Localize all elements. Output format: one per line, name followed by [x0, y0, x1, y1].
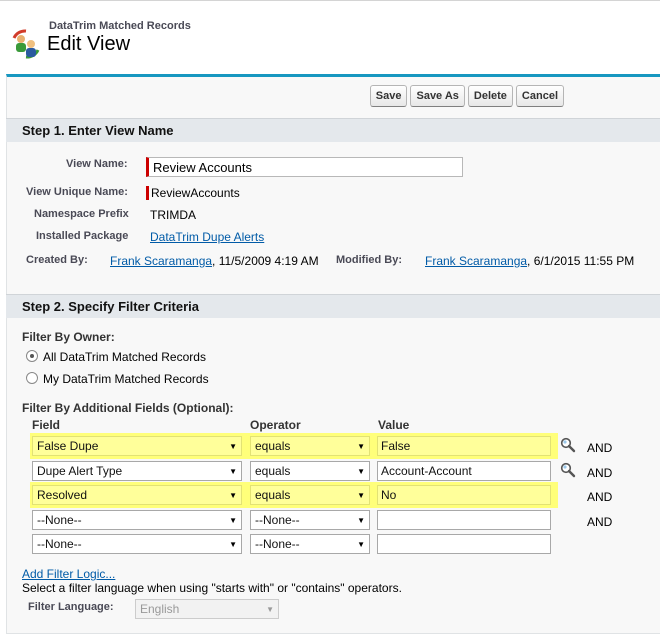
modified-by-label: Modified By: [336, 254, 402, 266]
page-title: Edit View [47, 33, 131, 55]
installed-package-link[interactable]: DataTrim Dupe Alerts [150, 230, 264, 244]
view-unique-name-value: ReviewAccounts [151, 186, 240, 200]
owner-my-radio[interactable] [26, 372, 38, 384]
field-select-value: Resolved [37, 488, 88, 502]
field-column-header: Field [32, 418, 61, 432]
value-input-text: No [381, 488, 397, 502]
view-unique-name-label: View Unique Name: [26, 186, 128, 198]
operator-select[interactable]: equals ▼ [250, 436, 370, 456]
app-name: DataTrim Matched Records [49, 20, 191, 32]
operator-select-value: equals [255, 488, 291, 502]
chevron-down-icon: ▼ [266, 605, 274, 614]
modified-by-date: , 6/1/2015 11:55 PM [527, 254, 635, 268]
value-input[interactable] [377, 510, 551, 530]
created-by-user-link[interactable]: Frank Scaramanga [110, 254, 212, 268]
field-select[interactable]: --None-- ▼ [32, 534, 242, 554]
filter-by-owner-label: Filter By Owner: [22, 330, 115, 344]
operator-select-value: --None-- [255, 537, 300, 551]
cancel-button[interactable]: Cancel [515, 85, 564, 107]
operator-select[interactable]: equals ▼ [250, 485, 370, 505]
page-header: DataTrim Matched Records Edit View [0, 0, 660, 72]
operator-select[interactable]: equals ▼ [250, 461, 370, 481]
filter-language-select[interactable]: English ▼ [135, 599, 279, 619]
created-by-label: Created By: [26, 254, 88, 266]
filter-language-label: Filter Language: [28, 601, 114, 613]
chevron-down-icon: ▼ [229, 442, 237, 451]
save-as-button[interactable]: Save As [410, 85, 465, 107]
field-select-value: Dupe Alert Type [37, 464, 123, 478]
value-input[interactable] [377, 534, 551, 554]
chevron-down-icon: ▼ [357, 540, 365, 549]
and-label: AND [587, 490, 613, 504]
field-select-value: --None-- [37, 537, 82, 551]
delete-button[interactable]: Delete [467, 85, 513, 107]
created-by-value: Frank Scaramanga, 11/5/2009 4:19 AM [110, 254, 319, 268]
operator-select-value: equals [255, 439, 291, 453]
installed-package-label: Installed Package [36, 230, 129, 242]
value-input[interactable]: Account-Account [377, 461, 551, 481]
view-name-label: View Name: [66, 158, 128, 170]
operator-select[interactable]: --None-- ▼ [250, 534, 370, 554]
lookup-icon[interactable] [560, 437, 576, 453]
step2-header: Step 2. Specify Filter Criteria [6, 294, 660, 318]
chevron-down-icon: ▼ [229, 491, 237, 500]
chevron-down-icon: ▼ [357, 516, 365, 525]
value-input[interactable]: False [377, 436, 551, 456]
matched-records-icon [12, 29, 40, 59]
field-select-value: --None-- [37, 513, 82, 527]
additional-fields-label: Filter By Additional Fields (Optional): [22, 401, 234, 415]
operator-select[interactable]: --None-- ▼ [250, 510, 370, 530]
owner-all-label: All DataTrim Matched Records [43, 350, 206, 364]
value-input-text: Account-Account [381, 464, 472, 478]
required-indicator [146, 186, 149, 200]
step1-header: Step 1. Enter View Name [6, 118, 660, 142]
field-select[interactable]: --None-- ▼ [32, 510, 242, 530]
add-filter-logic-link[interactable]: Add Filter Logic... [22, 567, 115, 581]
value-input-text: False [381, 439, 411, 453]
owner-all-radio[interactable] [26, 350, 38, 362]
value-column-header: Value [378, 418, 410, 432]
field-select[interactable]: Dupe Alert Type ▼ [32, 461, 242, 481]
value-input[interactable]: No [377, 485, 551, 505]
button-bar: Save Save As Delete Cancel [369, 85, 564, 107]
chevron-down-icon: ▼ [357, 467, 365, 476]
field-select[interactable]: Resolved ▼ [32, 485, 242, 505]
and-label: AND [587, 515, 613, 529]
and-label: AND [587, 441, 613, 455]
filter-language-hint: Select a filter language when using "sta… [22, 581, 402, 595]
lookup-icon[interactable] [560, 462, 576, 478]
operator-select-value: --None-- [255, 513, 300, 527]
operator-select-value: equals [255, 464, 291, 478]
save-button[interactable]: Save [369, 85, 408, 107]
owner-my-label: My DataTrim Matched Records [43, 372, 209, 386]
chevron-down-icon: ▼ [357, 442, 365, 451]
chevron-down-icon: ▼ [357, 491, 365, 500]
modified-by-value: Frank Scaramanga, 6/1/2015 11:55 PM [425, 254, 634, 268]
and-label: AND [587, 466, 613, 480]
field-select[interactable]: False Dupe ▼ [32, 436, 242, 456]
modified-by-user-link[interactable]: Frank Scaramanga [425, 254, 527, 268]
chevron-down-icon: ▼ [229, 540, 237, 549]
chevron-down-icon: ▼ [229, 516, 237, 525]
namespace-prefix-value: TRIMDA [150, 208, 196, 222]
created-by-date: , 11/5/2009 4:19 AM [212, 254, 319, 268]
filter-language-value: English [140, 602, 180, 616]
field-select-value: False Dupe [37, 439, 99, 453]
chevron-down-icon: ▼ [229, 467, 237, 476]
view-name-input[interactable] [146, 157, 463, 177]
namespace-prefix-label: Namespace Prefix [34, 208, 129, 220]
operator-column-header: Operator [250, 418, 301, 432]
